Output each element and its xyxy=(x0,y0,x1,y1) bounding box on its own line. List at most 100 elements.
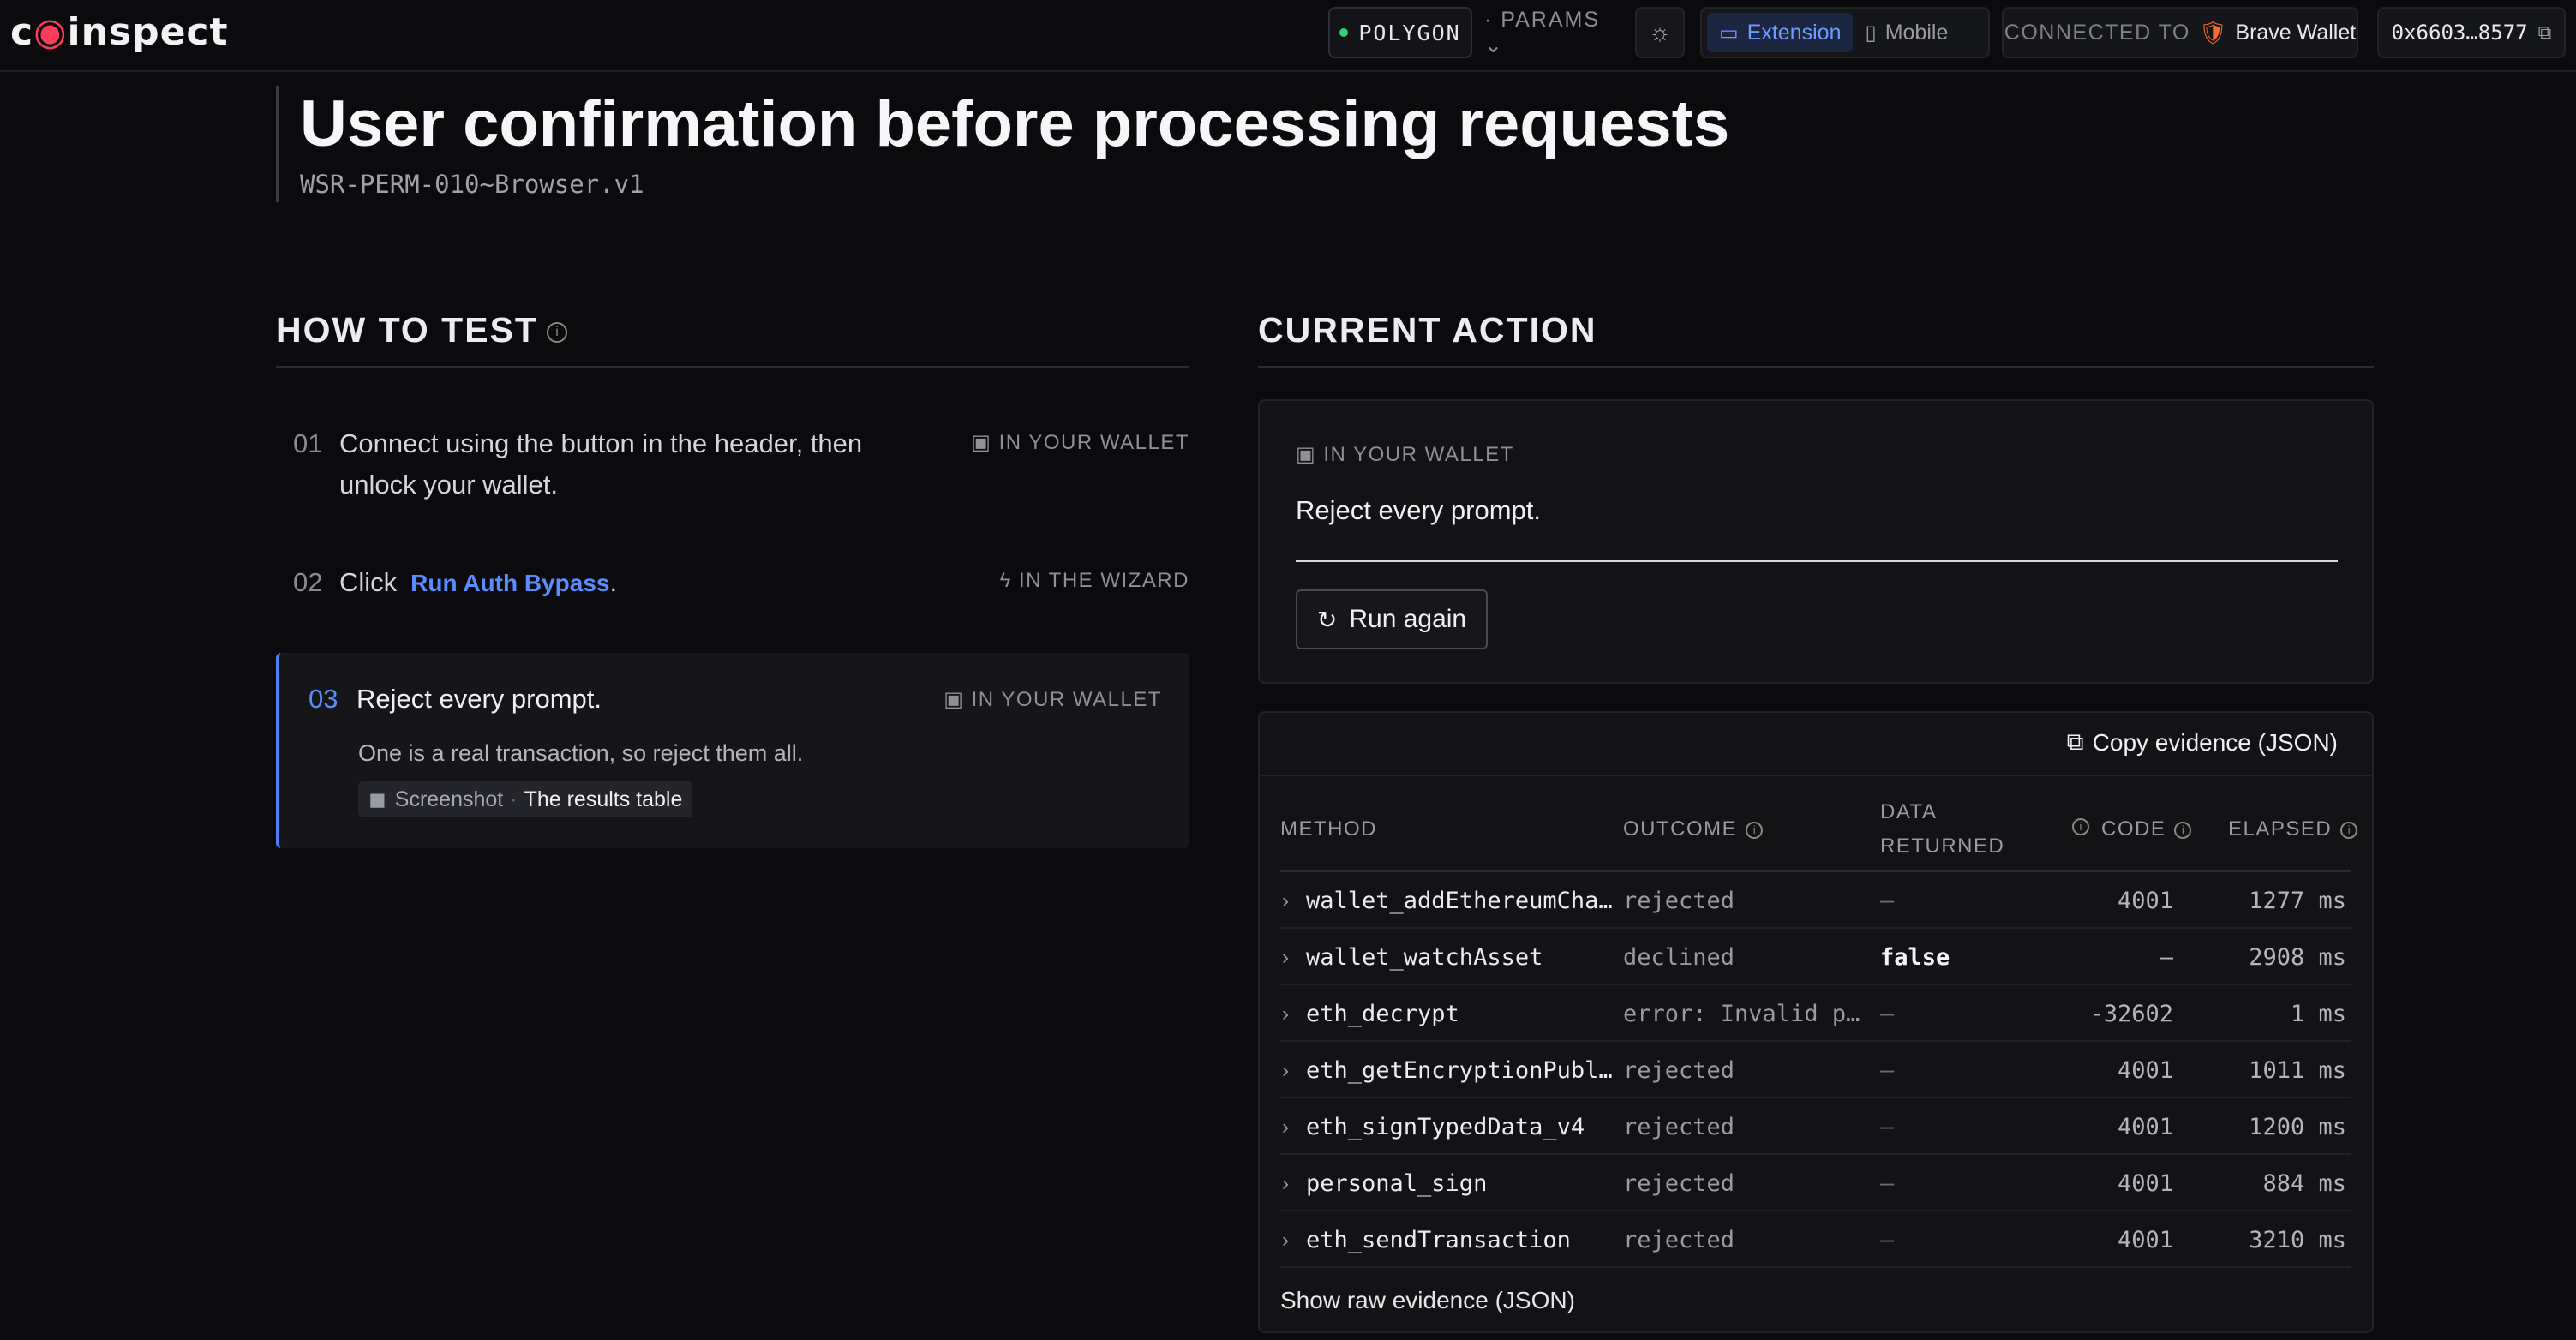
cell-elapsed: 1 ms xyxy=(2290,1001,2346,1027)
step-location-tag: ▣ IN YOUR WALLET xyxy=(971,430,1189,455)
chevron-right-icon[interactable]: › xyxy=(1282,946,1289,970)
params-dropdown[interactable]: · PARAMS ⌄ xyxy=(1484,7,1613,58)
chevron-right-icon[interactable]: › xyxy=(1282,1059,1289,1083)
cell-elapsed: 884 ms xyxy=(2262,1170,2346,1197)
chip-separator: · xyxy=(510,787,518,811)
step-tag-label: IN THE WIZARD xyxy=(1018,569,1189,592)
network-status-dot xyxy=(1339,28,1349,37)
wallet-icon: ▣ xyxy=(971,431,992,454)
cell-outcome: rejected xyxy=(1623,1057,1735,1084)
chevron-right-icon[interactable]: › xyxy=(1282,1116,1289,1140)
mode-mobile-label: Mobile xyxy=(1884,20,1949,45)
info-icon[interactable]: i xyxy=(2072,817,2089,835)
how-to-test-section-title: HOW TO TEST i xyxy=(276,310,1189,368)
step-03-active: 03 Reject every prompt. ▣ IN YOUR WALLET… xyxy=(276,653,1189,848)
run-again-button[interactable]: ↻ Run again xyxy=(1296,589,1488,649)
network-label: POLYGON xyxy=(1358,20,1461,45)
step-text: Click Run Auth Bypass. xyxy=(339,562,617,604)
top-header: c◉inspect POLYGON · PARAMS ⌄ ☼ ▭ Extensi… xyxy=(0,0,2576,72)
table-row[interactable]: › eth_signTypedData_v4 rejected — 4001 1200 m… xyxy=(1280,1098,2351,1155)
table-row[interactable]: › eth_sendTransaction rejected — 4001 3210 ms xyxy=(1280,1211,2351,1268)
info-icon[interactable]: i xyxy=(546,322,567,344)
chevron-right-icon[interactable]: › xyxy=(1282,1172,1289,1196)
cell-outcome: declined xyxy=(1623,944,1735,971)
params-label: · PARAMS ⌄ xyxy=(1484,7,1600,57)
cell-data-returned: — xyxy=(1880,1227,1895,1253)
sun-icon: ☼ xyxy=(1649,19,1671,45)
step-number: 02 xyxy=(293,567,323,597)
cell-elapsed: 3210 ms xyxy=(2249,1227,2346,1253)
copy-evidence-label: Copy evidence (JSON) xyxy=(2092,728,2338,756)
elapsed-header-label: ELAPSED xyxy=(2228,817,2333,840)
step-text-suffix: . xyxy=(609,567,618,597)
table-row[interactable]: › eth_decrypt error: Invalid params — -32602… xyxy=(1280,985,2351,1042)
info-icon[interactable]: i xyxy=(2174,821,2192,839)
cell-data-returned: — xyxy=(1880,1114,1895,1140)
current-action-card: ▣ IN YOUR WALLET Reject every prompt. ↻ … xyxy=(1258,399,2374,684)
chevron-right-icon[interactable]: › xyxy=(1282,889,1289,913)
column-header-data-returned: DATA RETURNED xyxy=(1880,795,2004,864)
wallet-icon: ▣ xyxy=(944,688,965,711)
step-text-line-1: Connect using the button in the header, … xyxy=(339,428,863,458)
cell-outcome: rejected xyxy=(1623,888,1735,914)
info-icon[interactable]: i xyxy=(2340,821,2358,839)
outcome-header-label: OUTCOME xyxy=(1623,817,1738,840)
mode-mobile-button[interactable]: ▯ Mobile xyxy=(1853,13,1960,52)
column-header-method: METHOD xyxy=(1280,817,1377,840)
cell-code: — xyxy=(2159,944,2173,971)
account-address-button[interactable]: 0x6603…8577 ⧉ xyxy=(2377,7,2566,58)
table-row[interactable]: › wallet_addEthereumChain rejected — 4001 127… xyxy=(1280,872,2351,929)
info-icon[interactable]: i xyxy=(1746,821,1764,839)
cell-code: -32602 xyxy=(2089,1001,2173,1027)
connected-wallet-indicator[interactable]: CONNECTED TO 🛡 Brave Wallet xyxy=(2002,7,2358,58)
chip-label: Screenshot xyxy=(394,787,504,811)
step-01: 01 Connect using the button in the heade… xyxy=(276,423,1189,517)
cell-method: eth_decrypt xyxy=(1306,1001,1459,1027)
step-text-click: Click xyxy=(339,567,398,597)
cell-data-returned: — xyxy=(1880,1170,1895,1197)
cell-method: eth_getEncryptionPublicKey xyxy=(1306,1057,1614,1084)
data-header-line-1: DATA xyxy=(1880,800,1938,823)
action-instruction: Reject every prompt. xyxy=(1296,495,1541,525)
run-auth-bypass-link[interactable]: Run Auth Bypass xyxy=(410,570,609,596)
refresh-icon: ↻ xyxy=(1316,606,1338,633)
table-row[interactable]: › wallet_watchAsset declined false — 2908 ms xyxy=(1280,929,2351,985)
current-action-title: CURRENT ACTION xyxy=(1258,310,1597,350)
table-row[interactable]: › eth_getEncryptionPublicKey rejected — 4001… xyxy=(1280,1042,2351,1098)
cell-elapsed: 2908 ms xyxy=(2249,944,2346,971)
divider xyxy=(1260,775,2372,776)
cell-outcome: error: Invalid params xyxy=(1623,1001,1872,1027)
chevron-right-icon[interactable]: › xyxy=(1282,1002,1289,1026)
cell-data-returned: false xyxy=(1880,944,1950,971)
connected-label: CONNECTED TO xyxy=(2004,20,2190,45)
step-02: 02 Click Run Auth Bypass. ϟ IN THE WIZARD xyxy=(276,562,1189,613)
data-returned-info[interactable]: i xyxy=(2064,814,2089,838)
monitor-icon: ▭ xyxy=(1719,21,1739,45)
wallet-name: Brave Wallet xyxy=(2235,20,2357,45)
coinspect-logo[interactable]: c◉inspect xyxy=(10,10,229,54)
cell-code: 4001 xyxy=(2117,1227,2173,1253)
page-heading: User confirmation before processing requ… xyxy=(276,86,1729,202)
camera-icon: ◼ xyxy=(368,787,386,811)
phone-icon: ▯ xyxy=(1865,21,1877,45)
account-address: 0x6603…8577 xyxy=(2391,21,2528,45)
chevron-right-icon[interactable]: › xyxy=(1282,1229,1289,1253)
data-header-line-2: RETURNED xyxy=(1880,835,2005,858)
network-selector[interactable]: POLYGON xyxy=(1328,7,1472,58)
cell-code: 4001 xyxy=(2117,1170,2173,1197)
cell-method: eth_signTypedData_v4 xyxy=(1306,1114,1585,1140)
step-text: Reject every prompt. xyxy=(356,684,602,714)
cell-outcome: rejected xyxy=(1623,1114,1735,1140)
copy-evidence-button[interactable]: ⧉ Copy evidence (JSON) xyxy=(2067,728,2338,757)
table-row[interactable]: › personal_sign rejected — 4001 884 ms xyxy=(1280,1155,2351,1211)
cell-code: 4001 xyxy=(2117,888,2173,914)
show-raw-evidence-link[interactable]: Show raw evidence (JSON) xyxy=(1280,1287,1575,1314)
column-header-elapsed: ELAPSED i xyxy=(2228,817,2358,841)
copy-icon[interactable]: ⧉ xyxy=(2538,22,2552,44)
cell-elapsed: 1200 ms xyxy=(2249,1114,2346,1140)
lightning-icon: ϟ xyxy=(999,569,1012,592)
theme-toggle-button[interactable]: ☼ xyxy=(1635,7,1685,58)
mode-extension-button[interactable]: ▭ Extension xyxy=(1707,13,1854,52)
column-header-code: CODE i xyxy=(2101,817,2192,841)
cell-code: 4001 xyxy=(2117,1057,2173,1084)
